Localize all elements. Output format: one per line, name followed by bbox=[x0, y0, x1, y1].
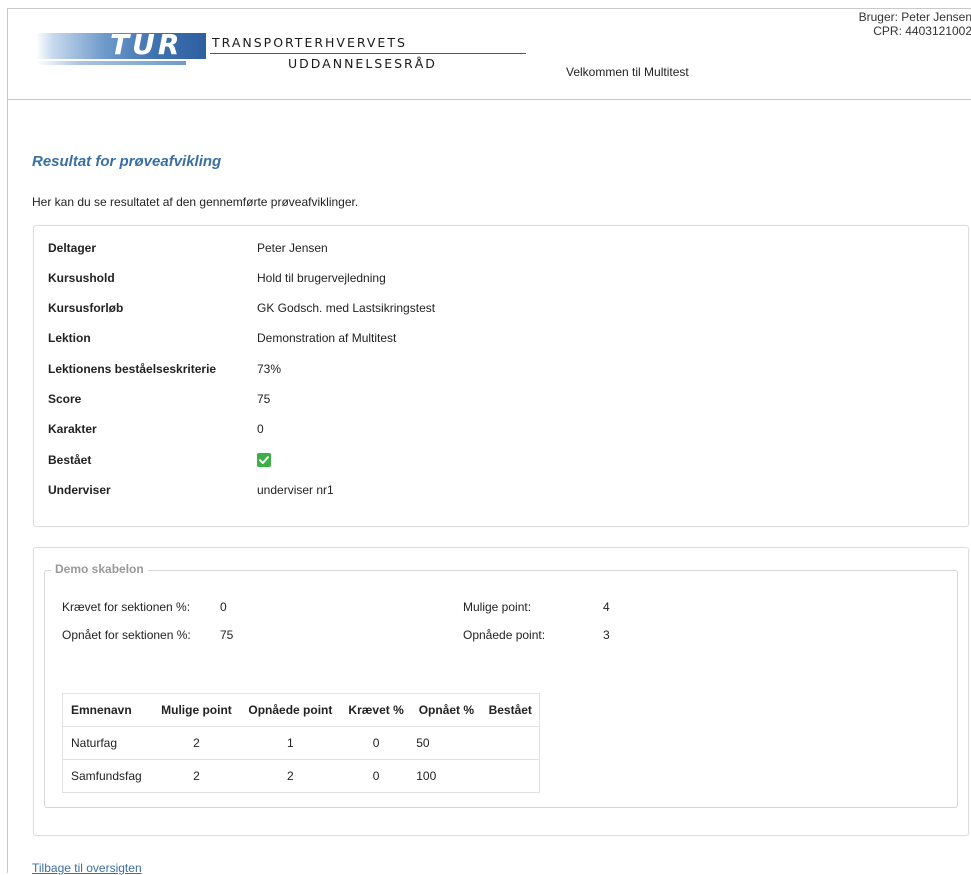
detail-label: Score bbox=[48, 392, 82, 406]
back-to-overview-link[interactable]: Tilbage til oversigten bbox=[32, 861, 142, 875]
detail-value: GK Godsch. med Lastsikringstest bbox=[257, 301, 436, 315]
detail-label: Deltager bbox=[48, 241, 97, 255]
table-row: Naturfag 2 1 0 50 bbox=[62, 726, 540, 760]
user-info: Bruger: Peter Jensen CPR: 4403121002 bbox=[859, 10, 971, 38]
app-frame: TUR TRANSPORTERHVERVETS UDDANNELSESRÅD V… bbox=[7, 8, 971, 875]
detail-value: 75 bbox=[257, 392, 271, 406]
section-panel: Demo skabelon Krævet for sektionen %: 0 … bbox=[33, 547, 969, 836]
user-cpr: CPR: 4403121002 bbox=[873, 24, 971, 38]
table-cell: 0 bbox=[340, 726, 412, 760]
org-name-line1: TRANSPORTERHVERVETS bbox=[212, 35, 407, 50]
column-header: Bestået bbox=[481, 693, 540, 727]
check-icon bbox=[257, 453, 271, 467]
table-cell: 100 bbox=[411, 759, 482, 793]
detail-value: Peter Jensen bbox=[257, 241, 328, 255]
required-value: 0 bbox=[220, 600, 227, 614]
org-name-line2: UDDANNELSESRÅD bbox=[288, 56, 437, 71]
table-cell bbox=[481, 759, 540, 793]
detail-label: Lektion bbox=[48, 331, 91, 345]
column-header: Opnåede point bbox=[239, 693, 341, 727]
required-label: Krævet for sektionen %: bbox=[62, 600, 191, 614]
user-name: Bruger: Peter Jensen bbox=[858, 10, 971, 24]
detail-label: Bestået bbox=[48, 453, 92, 467]
table-header-row: Emnenavn Mulige point Opnåede point Kræv… bbox=[62, 693, 540, 727]
detail-value: Demonstration af Multitest bbox=[257, 331, 397, 345]
table-cell bbox=[481, 726, 540, 760]
topics-table: Emnenavn Mulige point Opnåede point Kræv… bbox=[62, 693, 540, 793]
table-cell: 2 bbox=[153, 759, 240, 793]
earned-points-value: 3 bbox=[603, 628, 610, 642]
column-header: Mulige point bbox=[153, 693, 240, 727]
logo-rule bbox=[210, 53, 526, 54]
detail-label: Underviser bbox=[48, 483, 111, 497]
column-header: Krævet % bbox=[340, 693, 412, 727]
possible-points-label: Mulige point: bbox=[463, 600, 532, 614]
section-fieldset: Demo skabelon Krævet for sektionen %: 0 … bbox=[44, 562, 958, 808]
detail-label: Lektionens beståelseskriterie bbox=[48, 362, 217, 376]
detail-label: Kursusforløb bbox=[48, 301, 124, 315]
detail-value: 73% bbox=[257, 362, 282, 376]
intro-text: Her kan du se resultatet af den gennemfø… bbox=[32, 195, 359, 209]
logo-streak bbox=[36, 61, 186, 65]
possible-points-value: 4 bbox=[603, 600, 610, 614]
column-header: Emnenavn bbox=[62, 693, 154, 727]
table-cell: Naturfag bbox=[62, 726, 154, 760]
detail-value: 0 bbox=[257, 422, 264, 436]
table-cell: 50 bbox=[411, 726, 482, 760]
table-cell: 1 bbox=[239, 726, 341, 760]
table-row: Samfundsfag 2 2 0 100 bbox=[62, 759, 540, 793]
table-cell: 2 bbox=[153, 726, 240, 760]
table-cell: 2 bbox=[239, 759, 341, 793]
column-header: Opnået % bbox=[411, 693, 482, 727]
result-panel: Deltager Peter Jensen Kursushold Hold ti… bbox=[33, 225, 969, 527]
page-title: Resultat for prøveafvikling bbox=[32, 153, 222, 170]
detail-label: Kursushold bbox=[48, 271, 115, 285]
logo-tur: TUR bbox=[110, 28, 183, 61]
header: TUR TRANSPORTERHVERVETS UDDANNELSESRÅD V… bbox=[8, 9, 971, 100]
detail-value: underviser nr1 bbox=[257, 483, 334, 497]
achieved-value: 75 bbox=[220, 628, 234, 642]
section-legend: Demo skabelon bbox=[51, 562, 148, 576]
earned-points-label: Opnåede point: bbox=[463, 628, 546, 642]
detail-label: Karakter bbox=[48, 422, 97, 436]
welcome-text: Velkommen til Multitest bbox=[566, 65, 689, 79]
table-cell: 0 bbox=[340, 759, 412, 793]
detail-value: Hold til brugervejledning bbox=[257, 271, 386, 285]
table-cell: Samfundsfag bbox=[62, 759, 154, 793]
achieved-label: Opnået for sektionen %: bbox=[62, 628, 191, 642]
